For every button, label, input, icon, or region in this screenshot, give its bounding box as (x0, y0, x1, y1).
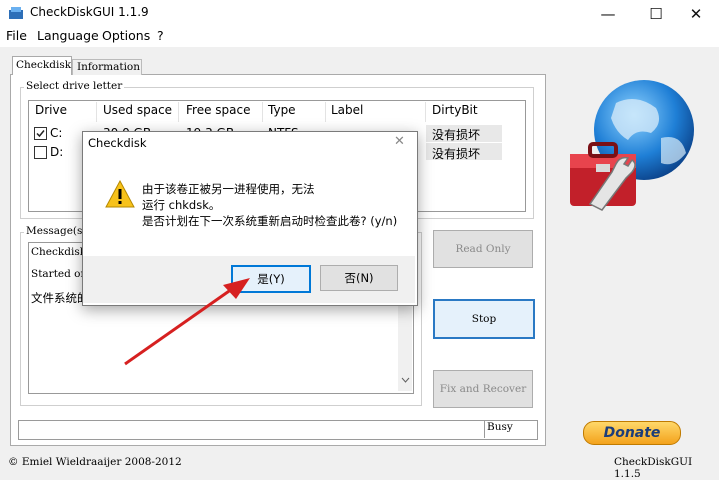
column-header-dirtybit[interactable]: DirtyBit (432, 103, 478, 117)
menu-file[interactable]: File (6, 28, 27, 43)
progress-divider (484, 420, 485, 438)
column-header-label[interactable]: Label (331, 103, 363, 117)
donate-button[interactable]: Donate (583, 421, 681, 445)
message-line: Checkdisk (31, 246, 87, 258)
app-logo (570, 80, 694, 211)
drive-d-letter: D: (50, 145, 64, 159)
menu-help[interactable]: ? (157, 28, 164, 43)
check-icon (36, 130, 45, 138)
dialog-message-line: 由于该卷正被另一进程使用，无法 (142, 182, 315, 196)
yes-button[interactable]: 是(Y) (231, 265, 311, 293)
close-button[interactable]: ✕ (673, 0, 719, 27)
drive-c-letter: C: (50, 126, 63, 140)
minimize-button[interactable]: — (585, 0, 631, 27)
message-line: 文件系统的 (31, 291, 89, 305)
column-header-drive[interactable]: Drive (35, 103, 67, 117)
message-line: Started or (31, 268, 86, 280)
tab-checkdisk[interactable]: Checkdisk (12, 56, 72, 75)
drive-c-checkbox[interactable] (34, 127, 47, 140)
header-divider (178, 102, 179, 122)
tab-checkdisk-label: Checkdisk (16, 59, 72, 71)
header-divider (425, 102, 426, 122)
status-text: Busy (487, 421, 513, 433)
drive-d-checkbox[interactable] (34, 146, 47, 159)
window-title: CheckDiskGUI 1.1.9 (30, 5, 149, 19)
column-header-free-space[interactable]: Free space (186, 103, 250, 117)
drive-c-dirtybit: 没有损坏 (432, 128, 481, 142)
no-button[interactable]: 否(N) (320, 265, 398, 291)
version-text: CheckDiskGUI 1.1.5 (614, 456, 693, 480)
progress-bar (18, 420, 538, 440)
column-header-used-space[interactable]: Used space (103, 103, 172, 117)
warning-icon (105, 180, 135, 208)
copyright-text: © Emiel Wieldraaijer 2008-2012 (8, 456, 182, 468)
column-header-type[interactable]: Type (268, 103, 296, 117)
menu-options[interactable]: Options (102, 28, 150, 43)
dialog-message-line: 运行 chkdsk。 (142, 198, 221, 212)
read-only-button[interactable]: Read Only (433, 230, 533, 268)
dialog-title: Checkdisk (88, 136, 147, 150)
stop-button[interactable]: Stop (433, 299, 535, 339)
fix-and-recover-button[interactable]: Fix and Recover (433, 370, 533, 408)
dialog-close-button[interactable]: ✕ (394, 134, 405, 149)
dialog-message-line: 是否计划在下一次系统重新启动时检查此卷? (y/n) (142, 214, 398, 228)
tab-information[interactable]: Information (72, 59, 142, 75)
app-icon (9, 7, 23, 19)
header-divider (325, 102, 326, 122)
menu-language[interactable]: Language (37, 28, 99, 43)
tab-information-label: Information (77, 61, 141, 73)
header-divider (262, 102, 263, 122)
scroll-down-icon[interactable] (401, 377, 410, 383)
drive-d-dirtybit: 没有损坏 (432, 147, 481, 161)
drive-group-label: Select drive letter (24, 80, 125, 92)
message-group-label: Message(s) (24, 225, 89, 237)
header-divider (96, 102, 97, 122)
